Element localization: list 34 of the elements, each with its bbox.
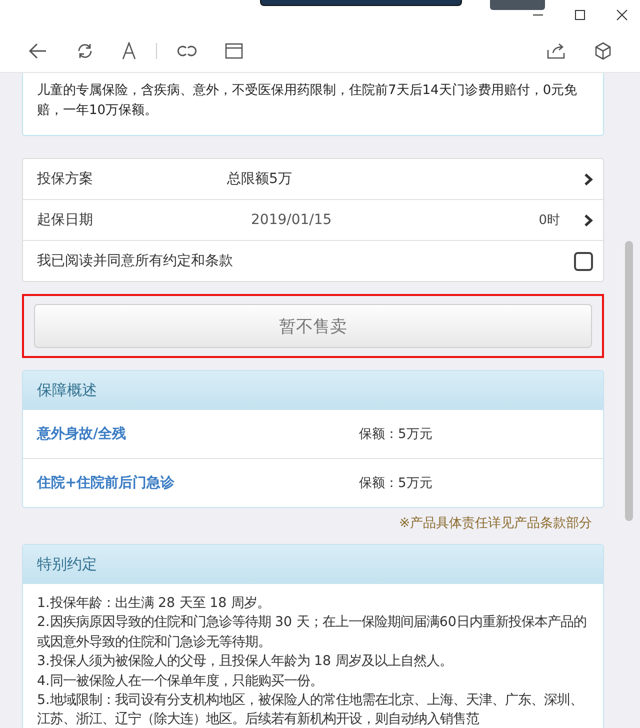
clause-text: 3.投保人须为被保险人的父母，且投保人年龄为 18 周岁及以上自然人。 xyxy=(37,652,454,672)
row-label: 起保日期 xyxy=(37,211,94,229)
row-value: 2019/01/15 xyxy=(250,212,333,228)
clause-text: 1.投保年龄：出生满 28 天至 18 周岁。 xyxy=(37,594,271,613)
clause-text: 4.同一被保险人在一个保单年度，只能购买一份。 xyxy=(37,672,324,691)
maximize-icon[interactable] xyxy=(574,9,586,21)
row-value: 总限额5万 xyxy=(227,170,293,188)
form-row[interactable]: 投保方案 总限额5万 xyxy=(23,159,603,199)
intro-text: 儿童的专属保险，含疾病、意外，不受医保用药限制，住院前7天后14天门诊费用赔付，0元免赔，一年10万保额。 xyxy=(36,82,578,120)
clause-text: 5.地域限制：我司设有分支机构地区，被保险人的常住地需在北京、上海、天津、广东、深圳、江苏、浙江、辽宁（除大连）地区。后续若有新机构开设，则自动纳入销售范 xyxy=(37,692,584,728)
refresh-icon[interactable] xyxy=(76,42,94,60)
window-icon[interactable] xyxy=(225,43,243,59)
coverage-amount: 保额：5万元 xyxy=(359,426,432,443)
note-text: ※产品具体责任详见产品条款部分 xyxy=(398,515,593,533)
cube-icon[interactable] xyxy=(594,42,612,60)
row-extra: 0时 xyxy=(538,212,560,229)
row-label: 投保方案 xyxy=(37,170,94,188)
form-row[interactable]: 起保日期 2019/01/15 0时 xyxy=(23,199,603,240)
share-icon[interactable] xyxy=(546,42,566,60)
font-icon[interactable] xyxy=(122,42,136,60)
coverage-amount: 保额：5万元 xyxy=(359,475,432,492)
link-icon[interactable] xyxy=(177,44,197,58)
coverage-name: 意外身故/全残 xyxy=(37,425,128,443)
close-icon[interactable] xyxy=(616,9,628,21)
scrollbar-thumb[interactable] xyxy=(625,241,633,521)
back-icon[interactable] xyxy=(28,42,48,60)
checkbox[interactable] xyxy=(574,252,593,270)
chevron-icon xyxy=(584,172,593,186)
agreement-label: 我已阅读并同意所有约定和条款 xyxy=(37,252,233,270)
chevron-icon xyxy=(584,214,593,226)
section-title: 保障概述 xyxy=(37,380,97,400)
coverage-name: 住院+住院前后门急诊 xyxy=(37,474,176,492)
clause-text: 2.因疾病原因导致的住院和门急诊等待期 30 天；在上一保险期间届满60日内重新投保本产品的或因意外导致的住院和门急诊无等待期。 xyxy=(37,614,588,652)
section-title: 特别约定 xyxy=(37,554,97,574)
